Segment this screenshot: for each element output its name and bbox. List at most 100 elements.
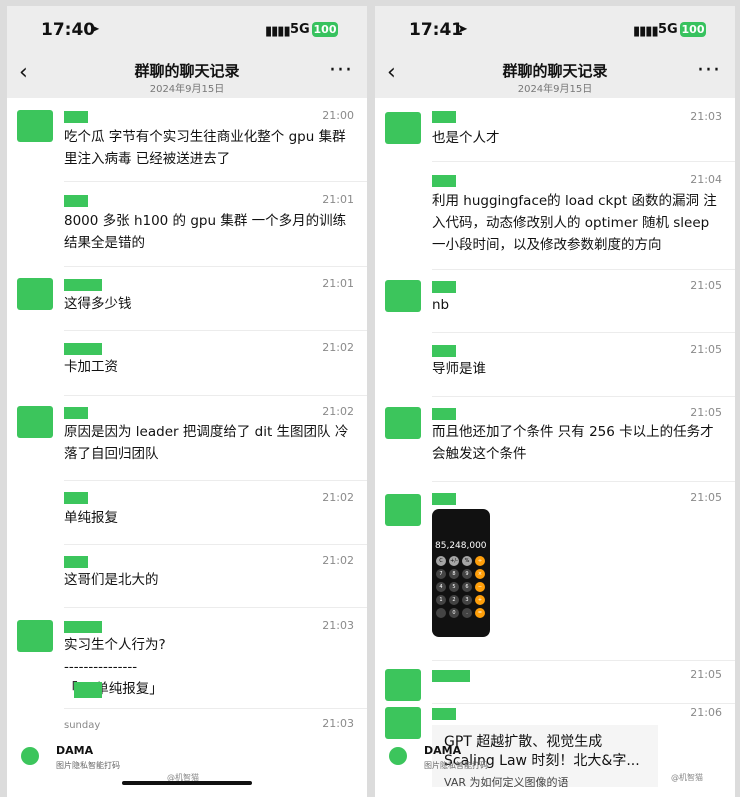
message-text: 原因是因为 leader 把调度给了 dit 生图团队 冷落了自回归团队 [64, 424, 349, 462]
divider [64, 480, 367, 481]
sender-name-redacted [64, 195, 88, 207]
avatar[interactable] [385, 407, 421, 439]
calculator-key: 7 [436, 569, 446, 579]
watermark: DAMA 图片隐私智能打码 [21, 743, 161, 773]
right-screenshot: 17:41 ➤ ▮▮▮▮ 5G 100 ‹ 群聊的聊天记录 2024年9月15日… [375, 6, 735, 797]
message-text: 这得多少钱 [64, 296, 132, 312]
sender-name-redacted [64, 279, 102, 291]
message-time: 21:01 [322, 193, 354, 206]
message-time: 21:03 [322, 717, 354, 730]
calculator-key: − [475, 582, 485, 592]
message-text: 利用 huggingface的 load ckpt 函数的漏洞 注入代码，动态修… [432, 193, 717, 253]
status-bar: 17:41 ➤ ▮▮▮▮ 5G 100 [375, 6, 735, 54]
avatar[interactable] [385, 707, 421, 739]
nav-bar: ‹ 群聊的聊天记录 2024年9月15日 ··· [7, 54, 367, 98]
watermark: DAMA 图片隐私智能打码 [389, 743, 529, 773]
sender-name-redacted [432, 670, 470, 682]
avatar[interactable] [17, 620, 53, 652]
avatar[interactable] [385, 280, 421, 312]
sender-name-redacted [432, 708, 456, 720]
more-button[interactable]: ··· [329, 58, 353, 83]
message-time: 21:01 [322, 277, 354, 290]
link-summary: VAR 为如何定义图像的语 [444, 776, 569, 787]
message-text: 单纯报复 [64, 510, 118, 526]
watermark-mark: @机智猫 [671, 773, 703, 782]
calculator-key: 0 [449, 608, 459, 618]
divider [432, 161, 735, 162]
signal-icon: ▮▮▮▮ [265, 24, 291, 39]
sender-name-redacted [432, 281, 456, 293]
calculator-key: × [475, 569, 485, 579]
page-title: 群聊的聊天记录 [134, 62, 240, 80]
sender-name-redacted [64, 556, 88, 568]
avatar[interactable] [17, 278, 53, 310]
message-text: 吃个瓜 字节有个实习生往商业化整个 gpu 集群里注入病毒 已经被送进去了 [64, 129, 346, 167]
dama-logo-icon [389, 747, 407, 765]
calculator-key: + [475, 595, 485, 605]
avatar[interactable] [385, 494, 421, 526]
sender-name-redacted [64, 492, 88, 504]
battery-icon: 100 [312, 22, 338, 37]
sender-name-redacted [432, 175, 456, 187]
battery-icon: 100 [680, 22, 706, 37]
sender-name: sunday [64, 720, 101, 731]
message-time: 21:02 [322, 405, 354, 418]
calculator-key: +/- [449, 556, 459, 566]
calculator-key: 8 [449, 569, 459, 579]
chat-record-list[interactable]: 21:03 也是个人才 21:04 利用 huggingface的 load c… [375, 98, 735, 797]
calculator-key: = [475, 608, 485, 618]
more-button[interactable]: ··· [697, 58, 721, 83]
divider [432, 660, 735, 661]
avatar[interactable] [17, 110, 53, 142]
message-time: 21:05 [690, 406, 722, 419]
divider [64, 708, 367, 709]
calculator-key [436, 608, 446, 618]
divider [432, 481, 735, 482]
avatar[interactable] [17, 406, 53, 438]
network-type: 5G [290, 22, 310, 37]
calculator-display: 85,248,000 [435, 541, 487, 551]
home-indicator [122, 781, 252, 785]
message-time: 21:02 [322, 554, 354, 567]
message-divider-text: --------------- [64, 659, 138, 675]
calculator-key: C [436, 556, 446, 566]
avatar[interactable] [385, 669, 421, 701]
message-time: 21:05 [690, 343, 722, 356]
location-icon: ➤ [457, 22, 468, 37]
message-time: 21:04 [690, 173, 722, 186]
chat-record-list[interactable]: 21:00 吃个瓜 字节有个实习生往商业化整个 gpu 集群里注入病毒 已经被送… [7, 98, 367, 797]
message-time: 21:06 [690, 706, 722, 719]
quoted-reply: 「 ：单纯报复」 [64, 681, 163, 697]
left-screenshot: 17:40 ➤ ▮▮▮▮ 5G 100 ‹ 群聊的聊天记录 2024年9月15日… [7, 6, 367, 797]
watermark-sub: 图片隐私智能打码 [424, 761, 488, 770]
sender-name-redacted [432, 493, 456, 505]
message-text: 8000 多张 h100 的 gpu 集群 一个多月的训练结果全是错的 [64, 213, 347, 251]
watermark-brand: DAMA [424, 744, 462, 757]
calculator-key: ÷ [475, 556, 485, 566]
divider [432, 332, 735, 333]
calculator-key: 5 [449, 582, 459, 592]
message-text: 而且他还加了个条件 只有 256 卡以上的任务才会触发这个条件 [432, 424, 714, 462]
message-text: 也是个人才 [432, 130, 500, 146]
calculator-key: . [462, 608, 472, 618]
message-time: 21:05 [690, 279, 722, 292]
nav-bar: ‹ 群聊的聊天记录 2024年9月15日 ··· [375, 54, 735, 98]
divider [64, 607, 367, 608]
watermark-sub: 图片隐私智能打码 [56, 761, 120, 770]
message-time: 21:02 [322, 341, 354, 354]
sender-name-redacted [64, 343, 102, 355]
divider [64, 330, 367, 331]
watermark-brand: DAMA [56, 744, 94, 757]
message-time: 21:02 [322, 491, 354, 504]
divider [432, 269, 735, 270]
message-time: 21:05 [690, 491, 722, 504]
message-time: 21:03 [690, 110, 722, 123]
avatar[interactable] [385, 112, 421, 144]
clock: 17:41 [409, 20, 464, 40]
calculator-key: 4 [436, 582, 446, 592]
sender-name-redacted [64, 621, 102, 633]
calculator-key: 6 [462, 582, 472, 592]
calculator-screenshot[interactable]: 85,248,000 C +/-% ÷ 7 8 9 × 4 5 6− 1 2 3 +0. = [432, 509, 490, 637]
sender-name-redacted [432, 111, 456, 123]
page-title: 群聊的聊天记录 [502, 62, 608, 80]
